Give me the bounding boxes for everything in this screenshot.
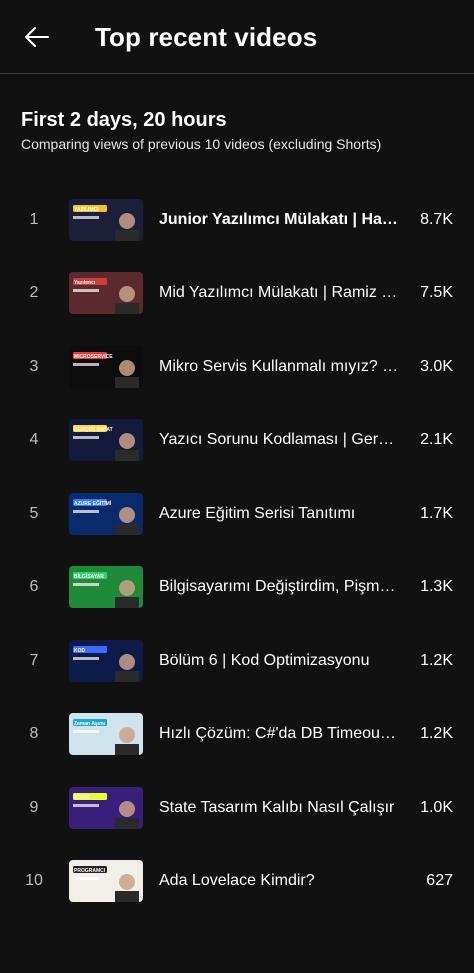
video-rank: 8 [29,725,39,743]
video-views: 1.2K [420,725,453,743]
video-row[interactable]: 1 YAZILIMCI Junior Yazılımcı Mülakatı | Ha… [0,183,474,257]
video-rank: 6 [29,578,39,596]
video-thumbnail[interactable]: STATE [69,786,143,829]
video-row[interactable]: 4 GERÇEK HAYAT Yazıcı Sorunu Kodlaması | G… [0,404,474,478]
video-row[interactable]: 5 AZURE EĞİTİMİ Azure Eğitim Serisi Tanıtı… [0,477,474,551]
video-views: 1.2K [420,651,453,669]
section-subtitle: Comparing views of previous 10 videos (e… [21,136,382,152]
video-row[interactable]: 8 Zaman Aşımı Hızlı Çözüm: C#'da DB Timeou… [0,698,474,772]
thumbnail-text: STATE [74,795,90,801]
video-title[interactable]: Mid Yazılımcı Mülakatı | Ramiz Rahimov [159,284,399,302]
video-rank: 2 [29,284,39,302]
video-title[interactable]: Azure Eğitim Serisi Tanıtımı [159,505,399,523]
video-rank: 10 [25,872,43,890]
video-thumbnail[interactable]: Zaman Aşımı [69,713,143,756]
video-rank: 5 [29,504,39,522]
thumbnail-text: Zaman Aşımı [74,721,106,727]
video-row[interactable]: 9 STATE State Tasarım Kalıbı Nasıl Çalışır… [0,771,474,845]
section-title: First 2 days, 20 hours [21,109,227,131]
video-title[interactable]: Bilgisayarımı Değiştirdim, Pişman Oldum [159,578,399,596]
video-rank: 4 [29,431,39,449]
video-thumbnail[interactable]: KOD [69,639,143,682]
video-row[interactable]: 2 Yazılımcı Mid Yazılımcı Mülakatı | Ramiz… [0,257,474,331]
video-row[interactable]: 6 BİLGİSAYAR Bilgisayarımı Değiştirdim, Pi… [0,551,474,625]
video-title[interactable]: State Tasarım Kalıbı Nasıl Çalışır [159,799,399,817]
video-views: 1.3K [420,578,453,596]
app-bar: Top recent videos [0,0,474,74]
video-rank: 3 [29,357,39,375]
summary-section: First 2 days, 20 hours Comparing views o… [21,108,461,153]
video-thumbnail[interactable]: Yazılımcı [69,272,143,315]
video-views: 1.7K [420,504,453,522]
thumbnail-text: AZURE EĞİTİMİ [74,499,112,507]
video-views: 1.0K [420,798,453,816]
video-views: 3.0K [420,357,453,375]
page-title: Top recent videos [95,22,318,52]
arrow-left-icon [24,26,50,53]
thumbnail-text: GERÇEK HAYAT [74,427,113,433]
video-views: 2.1K [420,431,453,449]
video-thumbnail[interactable]: PROGRAMCI [69,860,143,903]
video-row[interactable]: 3 MICROSERVICE Mikro Servis Kullanmalı mıy… [0,330,474,404]
video-row[interactable]: 7 KOD Bölüm 6 | Kod Optimizasyonu 1.2K [0,624,474,698]
back-button[interactable] [18,20,56,58]
video-thumbnail[interactable]: AZURE EĞİTİMİ [69,492,143,535]
video-views: 7.5K [420,284,453,302]
video-title[interactable]: Hızlı Çözüm: C#'da DB Timeout Hatası [159,725,399,743]
video-title[interactable]: Mikro Servis Kullanmalı mıyız? Backend [159,358,399,376]
thumbnail-text: PROGRAMCI [74,868,106,874]
video-views: 627 [426,872,453,890]
video-views: 8.7K [420,210,453,228]
video-thumbnail[interactable]: MICROSERVICE [69,345,143,388]
video-title[interactable]: Ada Lovelace Kimdir? [159,872,399,890]
video-rank: 9 [29,798,39,816]
thumbnail-text: KOD [74,648,86,654]
video-thumbnail[interactable]: BİLGİSAYAR [69,566,143,609]
thumbnail-text: YAZILIMCI [74,207,99,213]
video-thumbnail[interactable]: YAZILIMCI [69,198,143,241]
video-row[interactable]: 10 PROGRAMCI Ada Lovelace Kimdir? 627 [0,845,474,919]
video-rank: 1 [29,210,39,228]
video-rank: 7 [29,651,39,669]
video-title[interactable]: Yazıcı Sorunu Kodlaması | Gerçek Hayat [159,431,399,449]
video-thumbnail[interactable]: GERÇEK HAYAT [69,419,143,462]
thumbnail-text: MICROSERVICE [74,354,113,360]
thumbnail-text: BİLGİSAYAR [74,573,104,580]
video-title[interactable]: Junior Yazılımcı Mülakatı | Hacker Rank [159,211,399,229]
video-list: 1 YAZILIMCI Junior Yazılımcı Mülakatı | Ha… [0,183,474,918]
thumbnail-text: Yazılımcı [74,280,96,286]
video-title[interactable]: Bölüm 6 | Kod Optimizasyonu [159,652,399,670]
